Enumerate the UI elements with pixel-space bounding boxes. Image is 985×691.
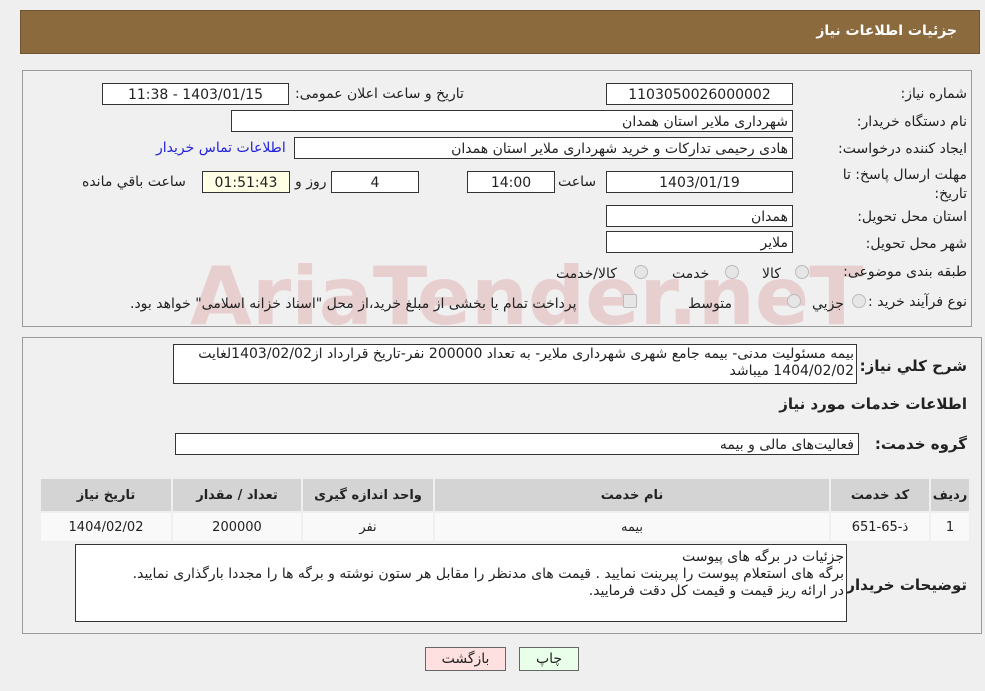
deadline-time-field: 14:00 — [467, 171, 555, 193]
treasury-checkbox[interactable] — [623, 294, 637, 308]
print-button[interactable]: چاپ — [519, 647, 579, 671]
time-label: ساعت — [558, 174, 597, 190]
province-field: همدان — [606, 205, 793, 227]
cell-row: 1 — [929, 511, 971, 543]
category-radio-goods[interactable] — [795, 265, 809, 279]
buyer-contact-link[interactable]: اطلاعات تماس خریدار — [156, 140, 286, 156]
cell-date: 1404/02/02 — [39, 511, 173, 543]
notes-textarea[interactable]: جزئیات در برگه های پیوست برگه های استعلا… — [75, 544, 847, 622]
notes-label: توضیحات خریدار: — [840, 576, 967, 594]
deadline-date-field: 1403/01/19 — [606, 171, 793, 193]
description-label: شرح كلي نياز: — [859, 357, 967, 375]
table-header-row: ردیف کد خدمت نام خدمت واحد اندازه گیری ت… — [39, 477, 971, 513]
creator-label: ایجاد کننده درخواست: — [838, 141, 967, 157]
notes-line: برگه های استعلام پیوست را پیرینت نمایید … — [132, 566, 844, 582]
col-qty: تعداد / مقدار — [171, 477, 303, 513]
announce-field: 1403/01/15 - 11:38 — [102, 83, 289, 105]
notes-line: در ارائه ریز قیمت و قیمت کل دقت فرمایید. — [588, 583, 844, 599]
process-note: پرداخت تمام یا بخشی از مبلغ خرید،از محل … — [130, 296, 577, 312]
category-radio-service[interactable] — [725, 265, 739, 279]
category-option-both: کالا/خدمت — [556, 266, 617, 282]
category-option-goods: کالا — [762, 266, 781, 282]
creator-field: هادی رحیمی تداركات و خرید شهرداری ملایر … — [294, 137, 793, 159]
category-radio-both[interactable] — [634, 265, 648, 279]
buyer-label: نام دستگاه خریدار: — [856, 114, 967, 130]
buyer-field: شهرداری ملایر استان همدان — [231, 110, 793, 132]
service-group-field: فعالیت‌های مالی و بیمه — [175, 433, 859, 455]
category-option-service: خدمت — [672, 266, 710, 282]
back-button[interactable]: بازگشت — [425, 647, 506, 671]
col-row: ردیف — [929, 477, 971, 513]
page-title: جزئیات اطلاعات نیاز — [816, 23, 957, 39]
col-unit: واحد اندازه گیری — [301, 477, 435, 513]
process-option-medium: متوسط — [688, 296, 732, 312]
days-field: 4 — [331, 171, 419, 193]
category-label: طبقه بندی موضوعی: — [843, 264, 967, 280]
services-table: ردیف کد خدمت نام خدمت واحد اندازه گیری ت… — [39, 477, 971, 543]
process-option-minor: جزیي — [812, 296, 844, 312]
city-field: ملایر — [606, 231, 793, 253]
col-name: نام خدمت — [433, 477, 831, 513]
page-header: جزئیات اطلاعات نیاز — [20, 10, 980, 54]
process-radio-medium[interactable] — [787, 294, 801, 308]
cell-name: بیمه — [433, 511, 831, 543]
table-row: 1 ذ-65-651 بیمه نفر 200000 1404/02/02 — [39, 511, 971, 543]
days-label: روز و — [295, 174, 327, 190]
deadline-label: مهلت ارسال پاسخ: تا تاریخ: — [842, 167, 967, 202]
process-label: نوع فرآیند خرید : — [868, 294, 967, 310]
cell-qty: 200000 — [171, 511, 303, 543]
notes-line: جزئیات در برگه های پیوست — [682, 549, 844, 565]
service-group-label: گروه خدمت: — [874, 435, 967, 453]
remaining-time-field: 01:51:43 — [202, 171, 290, 193]
process-radio-minor[interactable] — [852, 294, 866, 308]
announce-label: تاریخ و ساعت اعلان عمومی: — [295, 86, 464, 102]
remaining-label: ساعت باقي مانده — [82, 174, 186, 190]
need-number-label: شماره نیاز: — [900, 86, 968, 102]
description-textarea[interactable]: بیمه مسئولیت مدنی- بیمه جامع شهری شهردار… — [173, 344, 857, 384]
province-label: استان محل تحویل: — [857, 209, 967, 225]
need-number-field: 1103050026000002 — [606, 83, 793, 105]
services-section-title: اطلاعات خدمات مورد نیاز — [779, 395, 967, 413]
col-code: کد خدمت — [829, 477, 931, 513]
col-date: تاریخ نیاز — [39, 477, 173, 513]
cell-unit: نفر — [301, 511, 435, 543]
cell-code: ذ-65-651 — [829, 511, 931, 543]
city-label: شهر محل تحویل: — [865, 236, 967, 252]
